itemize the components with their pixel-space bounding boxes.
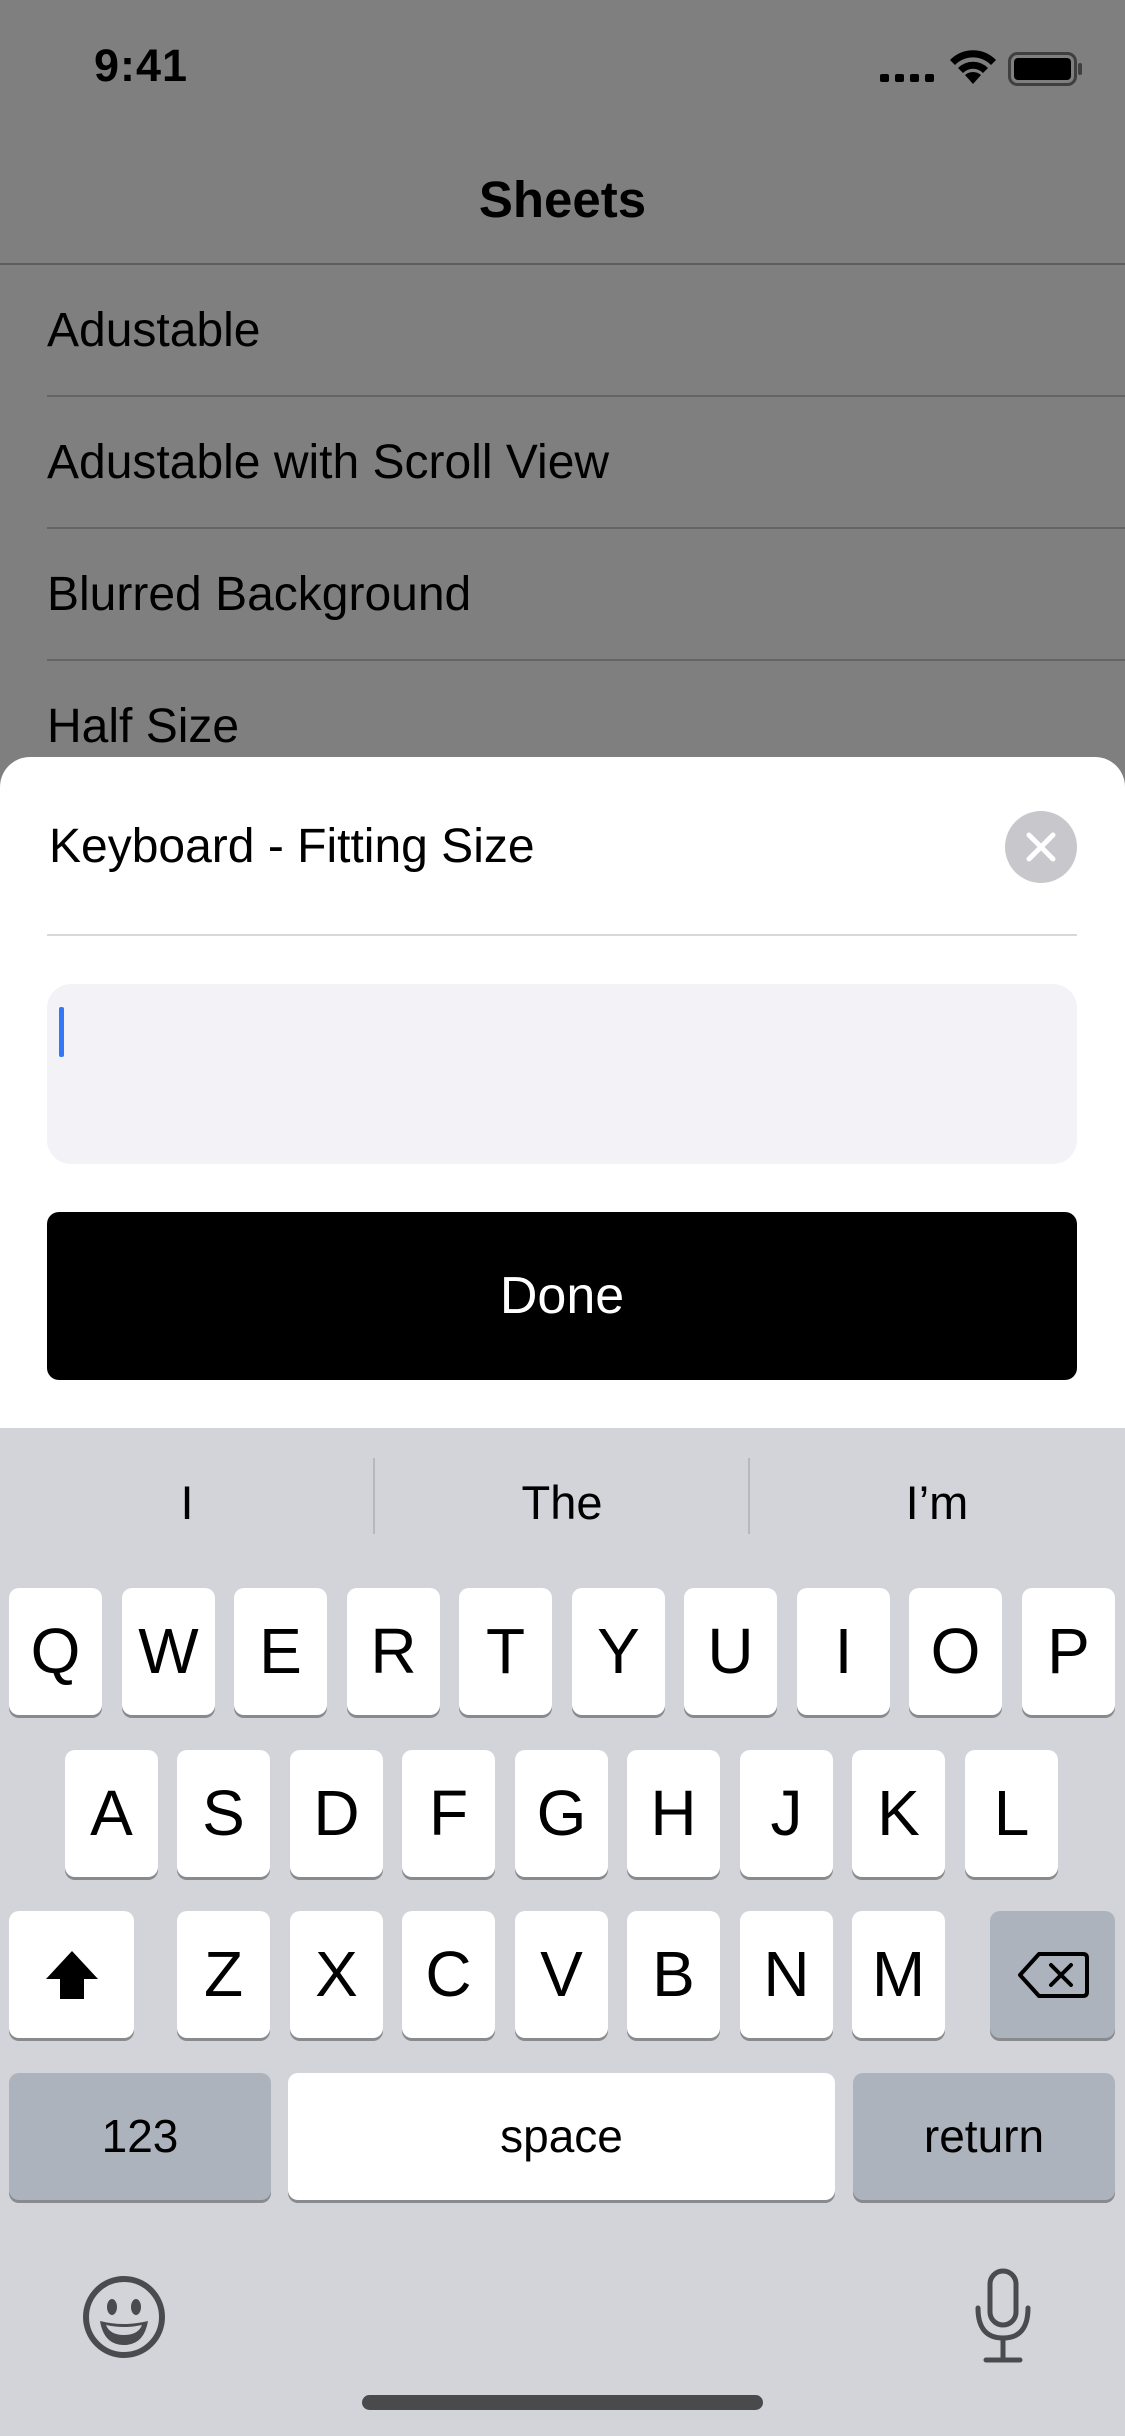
key-i[interactable]: I [797,1588,890,1715]
shift-icon [45,1950,98,1999]
close-icon [1026,832,1056,862]
text-input[interactable] [47,984,1077,1164]
home-indicator[interactable] [362,2395,763,2410]
key-z[interactable]: Z [177,1911,270,2038]
key-a[interactable]: A [65,1750,158,1877]
screen: 9:41 Sheets Adustable [0,0,1125,2436]
key-g[interactable]: G [515,1750,608,1877]
divider [47,934,1077,936]
key-o[interactable]: O [909,1588,1002,1715]
key-c[interactable]: C [402,1911,495,2038]
key-b[interactable]: B [627,1911,720,2038]
key-r[interactable]: R [347,1588,440,1715]
key-f[interactable]: F [402,1750,495,1877]
suggestion-item[interactable]: I [0,1428,374,1578]
return-key[interactable]: return [853,2073,1115,2200]
key-k[interactable]: K [852,1750,945,1877]
microphone-icon[interactable] [972,2268,1034,2364]
delete-key[interactable] [990,1911,1115,2038]
key-v[interactable]: V [515,1911,608,2038]
close-button[interactable] [1005,811,1077,883]
space-key[interactable]: space [288,2073,835,2200]
text-cursor [59,1007,64,1057]
shift-key[interactable] [9,1911,134,2038]
key-y[interactable]: Y [572,1588,665,1715]
key-t[interactable]: T [459,1588,552,1715]
key-e[interactable]: E [234,1588,327,1715]
key-p[interactable]: P [1022,1588,1115,1715]
emoji-icon[interactable] [82,2275,166,2359]
key-s[interactable]: S [177,1750,270,1877]
numbers-key[interactable]: 123 [9,2073,271,2200]
key-n[interactable]: N [740,1911,833,2038]
suggestion-item[interactable]: The [375,1428,749,1578]
key-d[interactable]: D [290,1750,383,1877]
sheet-title: Keyboard - Fitting Size [49,820,535,873]
key-h[interactable]: H [627,1750,720,1877]
key-u[interactable]: U [684,1588,777,1715]
key-j[interactable]: J [740,1750,833,1877]
key-x[interactable]: X [290,1911,383,2038]
key-m[interactable]: M [852,1911,945,2038]
delete-icon [1017,1951,1089,1998]
suggestion-item[interactable]: I’m [750,1428,1124,1578]
key-w[interactable]: W [122,1588,215,1715]
suggestion-bar: I The I’m [0,1428,1125,1578]
keyboard: I The I’m Q W E R T Y U I O P A S D F G … [0,1428,1125,2436]
done-button[interactable]: Done [47,1212,1077,1380]
key-l[interactable]: L [965,1750,1058,1877]
key-q[interactable]: Q [9,1588,102,1715]
